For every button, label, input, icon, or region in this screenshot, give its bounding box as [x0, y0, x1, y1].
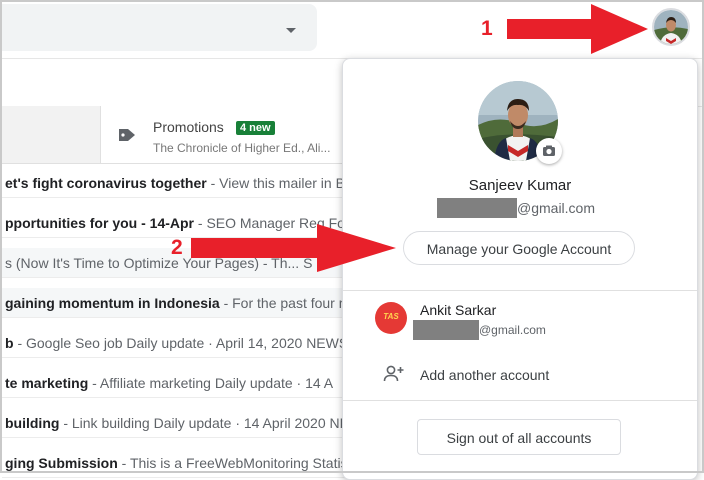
email-subject: pportunities for you - 14-Apr: [5, 215, 194, 231]
tag-icon: [119, 129, 135, 141]
add-account-label: Add another account: [420, 367, 550, 383]
email-subject: gaining momentum in Indonesia: [5, 295, 220, 311]
email-row[interactable]: b - Google Seo job Daily update · April …: [2, 328, 347, 358]
divider: [343, 290, 697, 291]
email-row[interactable]: ging Submission - This is a FreeWebMonit…: [2, 448, 347, 478]
email-subject: et's fight coronavirus together: [5, 175, 207, 191]
add-person-icon: [383, 365, 404, 382]
account-avatar-button[interactable]: [652, 8, 690, 46]
other-account-avatar: TAS: [375, 302, 407, 334]
redacted-email-prefix: [413, 320, 479, 340]
email-subject: ging Submission: [5, 455, 118, 471]
email-subject: building: [5, 415, 60, 431]
change-photo-button[interactable]: [536, 138, 562, 164]
other-account-name: Ankit Sarkar: [420, 302, 497, 318]
other-account-avatar-text: TAS: [383, 312, 399, 321]
email-snippet: - Affiliate marketing Daily update · 14 …: [88, 375, 334, 391]
account-email-suffix: @gmail.com: [517, 200, 596, 216]
email-row[interactable]: te marketing - Affiliate marketing Daily…: [2, 368, 347, 398]
divider: [343, 400, 697, 401]
manage-account-button[interactable]: Manage your Google Account: [403, 231, 635, 265]
other-account-email-suffix: @gmail.com: [479, 323, 546, 337]
sign-out-button[interactable]: Sign out of all accounts: [417, 419, 621, 455]
arrow-icon: [191, 224, 396, 272]
email-subject: b: [5, 335, 14, 351]
email-snippet: - Google Seo job Daily update · April 14…: [13, 335, 347, 351]
arrow-icon: [507, 4, 648, 54]
account-email: @gmail.com: [437, 198, 595, 218]
email-row[interactable]: et's fight coronavirus together - View t…: [2, 168, 347, 198]
other-account-email: @gmail.com: [413, 320, 546, 340]
email-snippet: - This is a FreeWebMonitoring Statis: [117, 455, 347, 471]
redacted-email-prefix: [437, 198, 517, 218]
tab-primary[interactable]: [2, 106, 101, 163]
account-name: Sanjeev Kumar: [468, 177, 572, 194]
camera-icon: [543, 145, 555, 156]
search-bar[interactable]: [2, 4, 317, 51]
promotions-label: Promotions: [153, 119, 224, 135]
promotions-new-badge: 4 new: [236, 121, 275, 135]
promotions-preview: The Chronicle of Higher Ed., Ali...: [153, 141, 331, 155]
email-row[interactable]: gaining momentum in Indonesia - For the …: [2, 288, 347, 318]
search-options-caret-icon[interactable]: [286, 28, 296, 33]
email-snippet: - View this mailer in Br: [206, 175, 347, 191]
annotation-step-1: 1: [481, 17, 493, 40]
email-subject: te marketing: [5, 375, 89, 391]
email-snippet: - For the past four m: [219, 295, 347, 311]
email-row[interactable]: building - Link building Daily update · …: [2, 408, 347, 438]
annotation-step-2: 2: [171, 236, 183, 259]
email-snippet: - Link building Daily update · 14 April …: [59, 415, 347, 431]
